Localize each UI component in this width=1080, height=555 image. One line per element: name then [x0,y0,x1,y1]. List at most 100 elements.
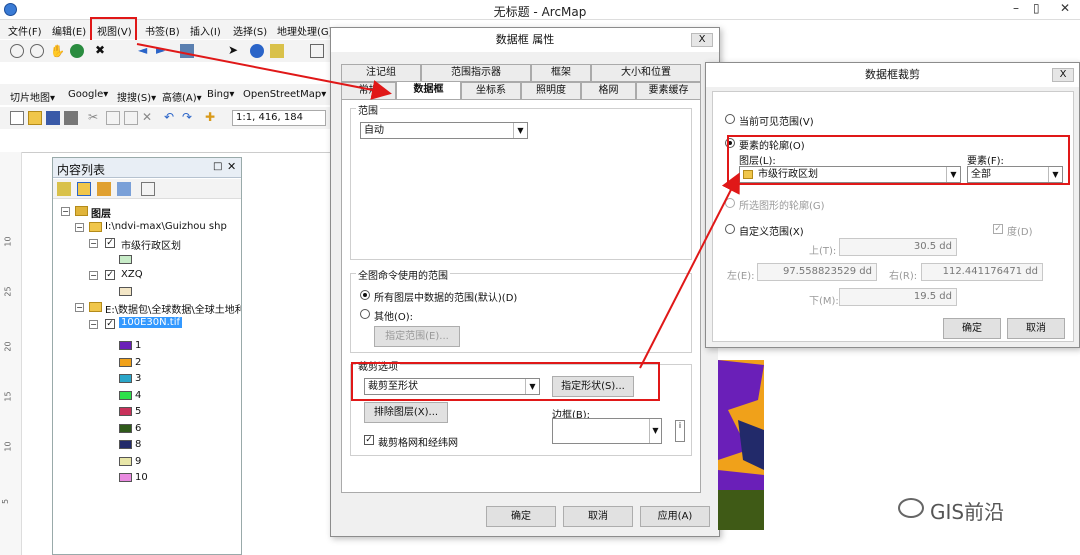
measure-icon[interactable] [310,44,324,58]
tab-extent-indicators[interactable]: 范围指示器 [421,64,531,82]
border-properties-icon[interactable]: i [675,420,685,442]
full-extent-icon[interactable] [70,44,84,58]
identify-icon[interactable] [250,44,264,58]
class-swatch[interactable] [119,407,132,416]
redo-icon[interactable]: ↷ [182,110,196,124]
toc-pin-icon[interactable]: □ [213,161,222,172]
tab-general[interactable]: 常规 [341,82,396,100]
tile-map-dropdown[interactable]: 切片地图▾ [10,89,55,104]
back-extent-icon[interactable]: ◄ [138,43,152,57]
save-icon[interactable] [46,111,60,125]
select-elements-icon[interactable]: ➤ [228,43,242,57]
clip-grid-checkbox[interactable]: ✓ [364,435,374,445]
tab-frame[interactable]: 框架 [531,64,591,82]
new-document-icon[interactable] [10,111,24,125]
list-by-source-icon[interactable] [77,182,91,196]
class-swatch[interactable] [119,341,132,350]
fixed-zoom-icon[interactable]: ✖ [95,43,109,57]
clip-cancel-button[interactable]: 取消 [1007,318,1065,339]
folder-path-2[interactable]: E:\数据包\全球数据\全球土地利 [105,301,241,316]
radio-current-visible-extent[interactable] [725,114,735,124]
add-data-icon[interactable]: ✚ [205,110,219,124]
bottom-input[interactable]: 19.5 dd [839,288,957,306]
clip-ok-button[interactable]: 确定 [943,318,1001,339]
maximize-button[interactable]: ▯ [1033,1,1040,15]
minimize-button[interactable]: – [1013,1,1019,15]
bing-dropdown[interactable]: Bing▾ [207,89,234,100]
print-icon[interactable] [64,111,78,125]
exclude-layers-button[interactable]: 排除图层(X)... [364,402,448,423]
dialog-close-button[interactable]: X [691,33,713,47]
open-icon[interactable] [28,111,42,125]
close-window-button[interactable]: ✕ [1060,1,1070,15]
class-swatch[interactable] [119,374,132,383]
soso-dropdown[interactable]: 搜搜(S)▾ [117,89,156,104]
zoom-out-icon[interactable] [30,44,44,58]
extent-select[interactable]: 自动 ▼ [360,122,528,139]
radio-other-extent[interactable] [360,309,370,319]
tab-coordinate-system[interactable]: 坐标系 [461,82,521,100]
degree-checkbox[interactable]: ✓ [993,224,1003,234]
copy-icon[interactable] [106,111,120,125]
apply-button[interactable]: 应用(A) [640,506,710,527]
ok-button[interactable]: 确定 [486,506,556,527]
class-swatch[interactable] [119,473,132,482]
zoom-in-icon[interactable] [10,44,24,58]
google-dropdown[interactable]: Google▾ [68,89,108,100]
menu-edit[interactable]: 编辑(E) [52,23,86,38]
list-by-visibility-icon[interactable] [97,182,111,196]
layer-visibility-checkbox[interactable]: ✓ [105,319,115,329]
specify-extent-button[interactable]: 指定范围(E)... [374,326,460,347]
list-by-drawing-order-icon[interactable] [57,182,71,196]
class-swatch[interactable] [119,456,132,466]
undo-icon[interactable]: ↶ [164,110,178,124]
tab-size-position[interactable]: 大小和位置 [591,64,701,82]
tab-annotation-groups[interactable]: 注记组 [341,64,421,82]
cancel-button[interactable]: 取消 [563,506,633,527]
layer-xzq[interactable]: XZQ [121,269,143,280]
hyperlink-icon[interactable] [270,44,284,58]
class-swatch[interactable] [119,423,132,433]
tab-feature-cache[interactable]: 要素缓存 [636,82,701,100]
border-symbol-select[interactable]: ▼ [552,418,662,444]
top-input[interactable]: 30.5 dd [839,238,957,256]
tab-data-frame[interactable]: 数据框 [396,81,461,100]
right-input[interactable]: 112.441176471 dd [921,263,1043,281]
paste-icon[interactable] [124,111,138,125]
left-input[interactable]: 97.558823529 dd [757,263,877,281]
expand-toggle[interactable]: − [89,271,98,280]
menu-geoprocessing[interactable]: 地理处理(G) [277,23,333,38]
tab-grids[interactable]: 格网 [581,82,636,100]
class-swatch[interactable] [119,440,132,449]
layer-raster-selected[interactable]: 100E30N.tif [119,317,183,328]
class-swatch[interactable] [119,357,132,367]
layer-symbol[interactable] [119,287,132,296]
radio-all-layers-extent[interactable] [360,290,370,300]
layer-city-division[interactable]: 市级行政区划 [121,237,181,252]
tab-illumination[interactable]: 照明度 [521,82,581,100]
layer-symbol[interactable] [119,255,132,264]
gaode-dropdown[interactable]: 高德(A)▾ [162,89,202,104]
radio-custom-extent[interactable] [725,224,735,234]
forward-extent-icon[interactable]: ► [156,43,170,57]
layer-visibility-checkbox[interactable]: ✓ [105,270,115,280]
expand-toggle[interactable]: − [75,223,84,232]
menu-selection[interactable]: 选择(S) [233,23,267,38]
toc-options-icon[interactable] [141,182,155,196]
pan-icon[interactable]: ✋ [50,44,65,58]
cut-icon[interactable]: ✂ [88,110,102,124]
expand-toggle[interactable]: − [89,239,98,248]
expand-toggle[interactable]: − [89,320,98,329]
delete-icon[interactable]: ✕ [142,110,156,124]
menu-file[interactable]: 文件(F) [8,23,42,38]
radio-selected-graphics-outline[interactable] [725,198,735,208]
menu-insert[interactable]: 插入(I) [190,23,221,38]
select-features-icon[interactable] [180,44,194,58]
list-by-selection-icon[interactable] [117,182,131,196]
expand-toggle[interactable]: − [75,303,84,312]
clip-dialog-close-button[interactable]: X [1052,68,1074,82]
osm-dropdown[interactable]: OpenStreetMap▾ [243,89,326,100]
toc-close-icon[interactable]: ✕ [227,160,236,173]
layers-root[interactable]: 图层 [91,205,111,220]
class-swatch[interactable] [119,390,132,400]
